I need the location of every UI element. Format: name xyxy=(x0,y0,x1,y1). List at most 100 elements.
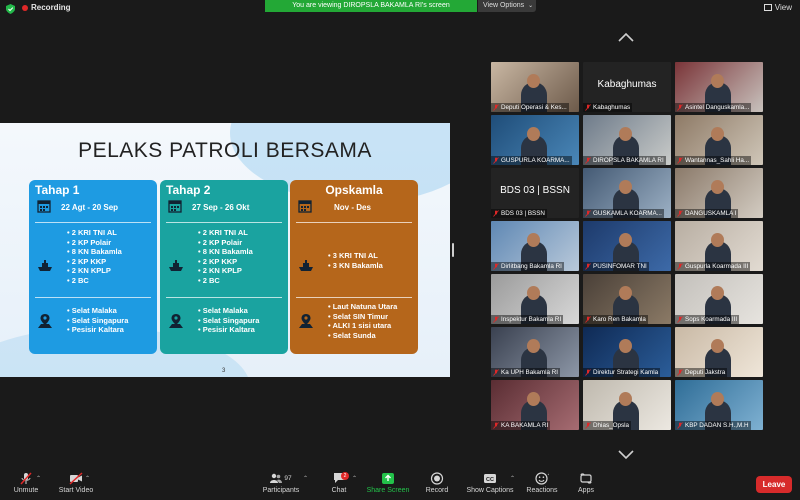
muted-mic-icon xyxy=(677,210,683,217)
participant-tile[interactable]: GUSPURLA KOARMA... xyxy=(491,115,579,165)
show-captions-button[interactable]: CC Show Captions xyxy=(464,472,516,494)
asset-item: 3 KRI TNI AL xyxy=(328,251,383,261)
chat-caret-icon[interactable]: ⌃ xyxy=(352,475,357,482)
participant-name: PUSINFOMAR TNI xyxy=(583,262,649,271)
recording-indicator[interactable]: Recording xyxy=(22,3,71,12)
video-off-icon xyxy=(69,472,83,485)
participant-display-name: BDS 03 | BSSN xyxy=(500,185,570,196)
slide-title: PELAKS PATROLI BERSAMA xyxy=(78,139,372,162)
card-tahap-2: Tahap 2 27 Sep - 26 Okt 2 KRI TNI AL 2 K… xyxy=(160,180,288,354)
participant-head xyxy=(527,339,540,353)
video-caret-icon[interactable]: ⌃ xyxy=(85,475,90,482)
muted-mic-icon xyxy=(585,369,591,376)
asset-item: 2 KP KKP xyxy=(198,257,253,267)
muted-mic-icon xyxy=(677,422,683,429)
card-title: Tahap 2 xyxy=(166,183,211,197)
area-item: ALKI 1 sisi utara xyxy=(328,321,397,331)
leave-button[interactable]: Leave xyxy=(756,476,792,493)
participant-tile[interactable]: KBP DADAN S.H.,M.H xyxy=(675,380,763,430)
view-options-label: View Options xyxy=(483,2,525,9)
participant-name: Asintel Danguskamla... xyxy=(675,103,752,112)
participant-tile[interactable]: Guspurla Koarmada III xyxy=(675,221,763,271)
participant-tile[interactable]: KA BAKAMLA RI xyxy=(491,380,579,430)
muted-mic-icon xyxy=(493,104,499,111)
recording-label: Recording xyxy=(31,3,71,12)
share-screen-button[interactable]: Share Screen xyxy=(364,472,412,494)
start-video-label: Start Video xyxy=(58,487,94,494)
ship-icon xyxy=(38,260,52,271)
participant-tile[interactable]: Karo Ren Bakamla xyxy=(583,274,671,324)
participant-tile[interactable]: Deputi Jakstra xyxy=(675,327,763,377)
area-item: Selat Malaka xyxy=(67,306,128,316)
share-screen-label: Share Screen xyxy=(366,487,410,494)
asset-item: 2 BC xyxy=(198,276,253,286)
participant-name: Wantannas_Sahli Ha... xyxy=(675,156,752,165)
record-button[interactable]: Record xyxy=(423,472,451,494)
participants-caret-icon[interactable]: ⌃ xyxy=(303,475,308,482)
chevron-up-icon[interactable] xyxy=(618,32,634,42)
participant-tile[interactable]: Inspektur Bakamla RI xyxy=(491,274,579,324)
participant-tile[interactable]: GUSKAMLA KOARMA... xyxy=(583,168,671,218)
participant-head xyxy=(711,286,724,300)
card-divider xyxy=(296,297,412,298)
svg-text:+: + xyxy=(548,472,549,478)
ship-icon xyxy=(299,260,313,271)
participant-tile[interactable]: DANGUSKAMLA I xyxy=(675,168,763,218)
muted-mic-icon xyxy=(493,316,499,323)
reactions-label: Reactions xyxy=(526,487,558,494)
view-button[interactable]: View xyxy=(763,3,792,12)
participant-name: DIROPSLA BAKAMLA RI xyxy=(583,156,666,165)
participant-tile[interactable]: Dirlitbang Bakamla RI xyxy=(491,221,579,271)
muted-mic-icon xyxy=(677,316,683,323)
start-video-button[interactable]: Start Video xyxy=(55,472,97,494)
participant-head xyxy=(527,286,540,300)
participant-head xyxy=(711,127,724,141)
muted-mic-icon xyxy=(20,472,32,485)
grid-view-icon xyxy=(763,4,772,11)
participants-button[interactable]: 97 Participants xyxy=(258,472,304,494)
captions-icon: CC xyxy=(484,474,496,483)
muted-mic-icon xyxy=(585,157,591,164)
participant-head xyxy=(711,180,724,194)
muted-mic-icon xyxy=(493,263,499,270)
muted-mic-icon xyxy=(493,210,499,217)
participant-head xyxy=(619,286,632,300)
unmute-caret-icon[interactable]: ⌃ xyxy=(36,475,41,482)
participant-tile[interactable]: Asintel Danguskamla... xyxy=(675,62,763,112)
shield-icon[interactable] xyxy=(6,4,15,14)
participant-name: Deputi Operasi & Kes... xyxy=(491,103,569,112)
participant-tile[interactable]: Kabaghumas Kabaghumas xyxy=(583,62,671,112)
apps-button[interactable]: Apps xyxy=(573,472,599,494)
card-divider xyxy=(35,222,151,223)
participant-tile[interactable]: BDS 03 | BSSN BDS 03 | BSSN xyxy=(491,168,579,218)
card-divider xyxy=(166,297,282,298)
card-date: 22 Agt - 20 Sep xyxy=(61,203,119,212)
chevron-down-icon[interactable] xyxy=(618,450,634,460)
area-item: Selat Singapura xyxy=(67,316,129,326)
participant-tile[interactable]: DIROPSLA BAKAMLA RI xyxy=(583,115,671,165)
participant-head xyxy=(711,392,724,406)
view-options-button[interactable]: View Options ⌄ xyxy=(478,0,536,12)
participant-tile[interactable]: Deputi Operasi & Kes... xyxy=(491,62,579,112)
participant-name: Ka UPH Bakamla RI xyxy=(491,368,561,377)
card-tahap-1: Tahap 1 22 Agt - 20 Sep 2 KRI TNI AL 2 K… xyxy=(29,180,157,354)
captions-caret-icon[interactable]: ⌃ xyxy=(510,475,515,482)
participant-tile[interactable]: Ka UPH Bakamla RI xyxy=(491,327,579,377)
meeting-toolbar: Unmute ⌃ Start Video ⌃ 97 Participants ⌃ xyxy=(0,470,800,500)
split-resize-handle[interactable] xyxy=(452,243,454,257)
asset-item: 2 KN KPLP xyxy=(67,266,122,276)
participant-tile[interactable]: Dhias_Opsla xyxy=(583,380,671,430)
muted-mic-icon xyxy=(677,263,683,270)
participants-label: Participants xyxy=(262,487,300,494)
chat-button[interactable]: 2 Chat xyxy=(326,472,352,494)
map-pin-icon xyxy=(169,314,183,328)
participant-tile[interactable]: Wantannas_Sahli Ha... xyxy=(675,115,763,165)
reactions-button[interactable]: + Reactions xyxy=(523,472,561,494)
area-item: Selat SIN Timur xyxy=(328,312,397,322)
participant-tile[interactable]: Direktur Strategi Kamla xyxy=(583,327,671,377)
participant-tile[interactable]: Sops Koarmada III xyxy=(675,274,763,324)
participant-tile[interactable]: PUSINFOMAR TNI xyxy=(583,221,671,271)
chat-label: Chat xyxy=(331,487,347,494)
share-screen-icon xyxy=(382,473,394,484)
asset-list: 2 KRI TNI AL 2 KP Polair 8 KN Bakamla 2 … xyxy=(198,228,253,286)
